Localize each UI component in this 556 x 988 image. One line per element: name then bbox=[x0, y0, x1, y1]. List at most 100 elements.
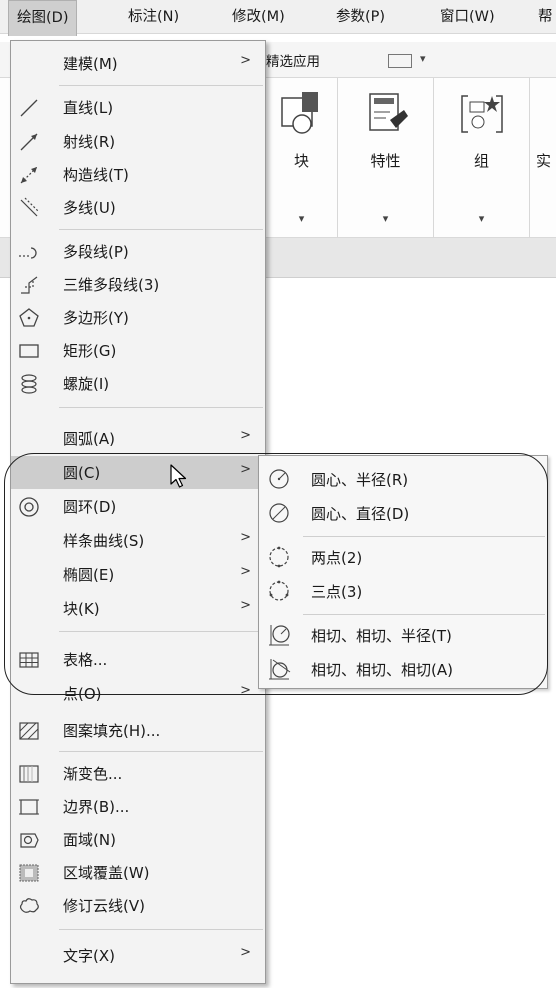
submenu-item-three-point[interactable]: 三点(3) bbox=[259, 574, 547, 608]
submenu-arrow-icon: > bbox=[240, 428, 251, 443]
menu-item-block[interactable]: 块(K) > bbox=[11, 592, 265, 625]
circle-center-radius-icon bbox=[269, 469, 289, 489]
boundary-icon bbox=[19, 799, 39, 815]
rectangle-icon bbox=[19, 344, 39, 358]
menu-item-modeling[interactable]: 建模(M) > bbox=[11, 47, 265, 80]
panel-toggle-icon[interactable] bbox=[388, 54, 412, 68]
menu-item-label: 建模(M) bbox=[63, 55, 118, 73]
ribbon-properties-label: 特性 bbox=[370, 152, 401, 170]
menu-item-label: 渐变色... bbox=[63, 765, 123, 783]
menu-item-boundary[interactable]: 边界(B)... bbox=[11, 790, 265, 823]
menu-dimension[interactable]: 标注(N) bbox=[120, 0, 187, 34]
menu-item-3d-polyline[interactable]: 三维多段线(3) bbox=[11, 268, 265, 301]
menu-item-hatch[interactable]: 图案填充(H)... bbox=[11, 714, 265, 747]
menu-draw[interactable]: 绘图(D) bbox=[8, 0, 78, 36]
menu-item-line[interactable]: 直线(L) bbox=[11, 91, 265, 124]
menu-item-multiline[interactable]: 多线(U) bbox=[11, 191, 265, 224]
submenu-item-center-diameter[interactable]: 圆心、直径(D) bbox=[259, 496, 547, 530]
submenu-item-label: 两点(2) bbox=[311, 549, 363, 567]
submenu-item-two-point[interactable]: 两点(2) bbox=[259, 540, 547, 574]
menu-item-ray[interactable]: 射线(R) bbox=[11, 125, 265, 158]
circle-tan-tan-radius-icon bbox=[269, 625, 290, 646]
menu-item-label: 块(K) bbox=[63, 600, 100, 618]
submenu-arrow-icon: > bbox=[240, 683, 251, 698]
menu-item-label: 螺旋(I) bbox=[63, 375, 110, 393]
menu-item-ellipse[interactable]: 椭圆(E) > bbox=[11, 558, 265, 591]
menubar: 绘图(D) 标注(N) 修改(M) 参数(P) 窗口(W) 帮 bbox=[0, 0, 556, 36]
menu-item-label: 面域(N) bbox=[63, 831, 116, 849]
chevron-down-icon[interactable]: ▾ bbox=[266, 212, 337, 225]
menu-item-spline[interactable]: 样条曲线(S) > bbox=[11, 524, 265, 557]
menu-separator bbox=[59, 751, 263, 752]
region-icon bbox=[20, 833, 39, 848]
menu-item-region[interactable]: 面域(N) bbox=[11, 823, 265, 856]
menu-item-text[interactable]: 文字(X) > bbox=[11, 939, 265, 972]
menu-item-wipeout[interactable]: 区域覆盖(W) bbox=[11, 856, 265, 889]
group-icon bbox=[460, 95, 503, 133]
menu-item-point[interactable]: 点(O) > bbox=[11, 677, 265, 710]
submenu-item-tan-tan-radius[interactable]: 相切、相切、半径(T) bbox=[259, 618, 547, 652]
menu-separator bbox=[59, 631, 263, 632]
submenu-separator bbox=[303, 614, 545, 615]
menu-modify[interactable]: 修改(M) bbox=[224, 0, 293, 34]
submenu-item-center-radius[interactable]: 圆心、半径(R) bbox=[259, 462, 547, 496]
submenu-arrow-icon: > bbox=[240, 530, 251, 545]
submenu-item-label: 相切、相切、相切(A) bbox=[311, 661, 453, 679]
featured-apps-tab[interactable]: 精选应用 bbox=[266, 50, 320, 70]
menu-item-polyline[interactable]: 多段线(P) bbox=[11, 235, 265, 268]
table-icon bbox=[19, 652, 39, 668]
circle-center-diameter-icon bbox=[269, 503, 289, 523]
menu-item-construction-line[interactable]: 构造线(T) bbox=[11, 158, 265, 191]
wipeout-icon bbox=[19, 864, 39, 882]
menu-separator bbox=[59, 229, 263, 230]
submenu-item-label: 相切、相切、半径(T) bbox=[311, 627, 452, 645]
ribbon-panel-block[interactable]: 块 ▾ bbox=[266, 78, 338, 238]
revision-cloud-icon bbox=[19, 898, 39, 913]
menu-item-donut[interactable]: 圆环(D) bbox=[11, 490, 265, 523]
panel-toggle-dropdown-icon[interactable]: ▾ bbox=[420, 52, 426, 65]
menu-item-label: 点(O) bbox=[63, 685, 102, 703]
chevron-down-icon[interactable]: ▾ bbox=[338, 212, 433, 225]
menu-window[interactable]: 窗口(W) bbox=[432, 0, 503, 34]
menu-item-label: 椭圆(E) bbox=[63, 566, 115, 584]
menu-item-rectangle[interactable]: 矩形(G) bbox=[11, 334, 265, 367]
helix-icon bbox=[21, 374, 37, 394]
submenu-item-label: 圆心、直径(D) bbox=[311, 505, 410, 523]
menu-item-label: 矩形(G) bbox=[63, 342, 117, 360]
menu-item-polygon[interactable]: 多边形(Y) bbox=[11, 301, 265, 334]
menu-item-gradient[interactable]: 渐变色... bbox=[11, 757, 265, 790]
menu-item-label: 多段线(P) bbox=[63, 243, 129, 261]
ray-icon bbox=[20, 133, 38, 151]
submenu-separator bbox=[303, 536, 545, 537]
submenu-arrow-icon: > bbox=[240, 598, 251, 613]
chevron-down-icon[interactable]: ▾ bbox=[434, 212, 529, 225]
menu-item-label: 多线(U) bbox=[63, 199, 116, 217]
menu-item-arc[interactable]: 圆弧(A) > bbox=[11, 422, 265, 455]
menu-parametric[interactable]: 参数(P) bbox=[328, 0, 393, 34]
menu-item-label: 射线(R) bbox=[63, 133, 116, 151]
menu-item-label: 直线(L) bbox=[63, 99, 114, 117]
menu-item-helix[interactable]: 螺旋(I) bbox=[11, 367, 265, 400]
ribbon-utilities-label: 实 bbox=[536, 152, 552, 170]
menu-item-revision-cloud[interactable]: 修订云线(V) bbox=[11, 889, 265, 922]
polyline-icon bbox=[19, 247, 37, 259]
menu-item-circle[interactable]: 圆(C) > bbox=[11, 456, 265, 489]
gradient-icon bbox=[19, 765, 39, 783]
hatch-icon bbox=[19, 722, 39, 740]
menu-item-label: 三维多段线(3) bbox=[63, 276, 160, 294]
menu-item-label: 图案填充(H)... bbox=[63, 722, 161, 740]
menu-item-label: 圆(C) bbox=[63, 464, 101, 482]
ribbon-group-label: 组 bbox=[473, 152, 489, 170]
menu-help[interactable]: 帮 bbox=[530, 0, 556, 34]
menu-item-table[interactable]: 表格... bbox=[11, 643, 265, 676]
submenu-arrow-icon: > bbox=[240, 53, 251, 68]
ribbon-panel-properties[interactable]: 特性 ▾ bbox=[338, 78, 434, 238]
mouse-cursor-icon bbox=[170, 464, 187, 488]
ribbon-panel-group[interactable]: 组 ▾ bbox=[434, 78, 530, 238]
draw-menu: 建模(M) > 直线(L) 射线(R) 构造线(T) 多线(U) 多段线(P) … bbox=[10, 40, 266, 984]
menu-separator bbox=[59, 85, 263, 86]
3d-polyline-icon bbox=[21, 276, 38, 294]
submenu-item-tan-tan-tan[interactable]: 相切、相切、相切(A) bbox=[259, 652, 547, 686]
submenu-arrow-icon: > bbox=[240, 945, 251, 960]
ribbon-panel-utilities[interactable]: 实 bbox=[530, 78, 556, 238]
